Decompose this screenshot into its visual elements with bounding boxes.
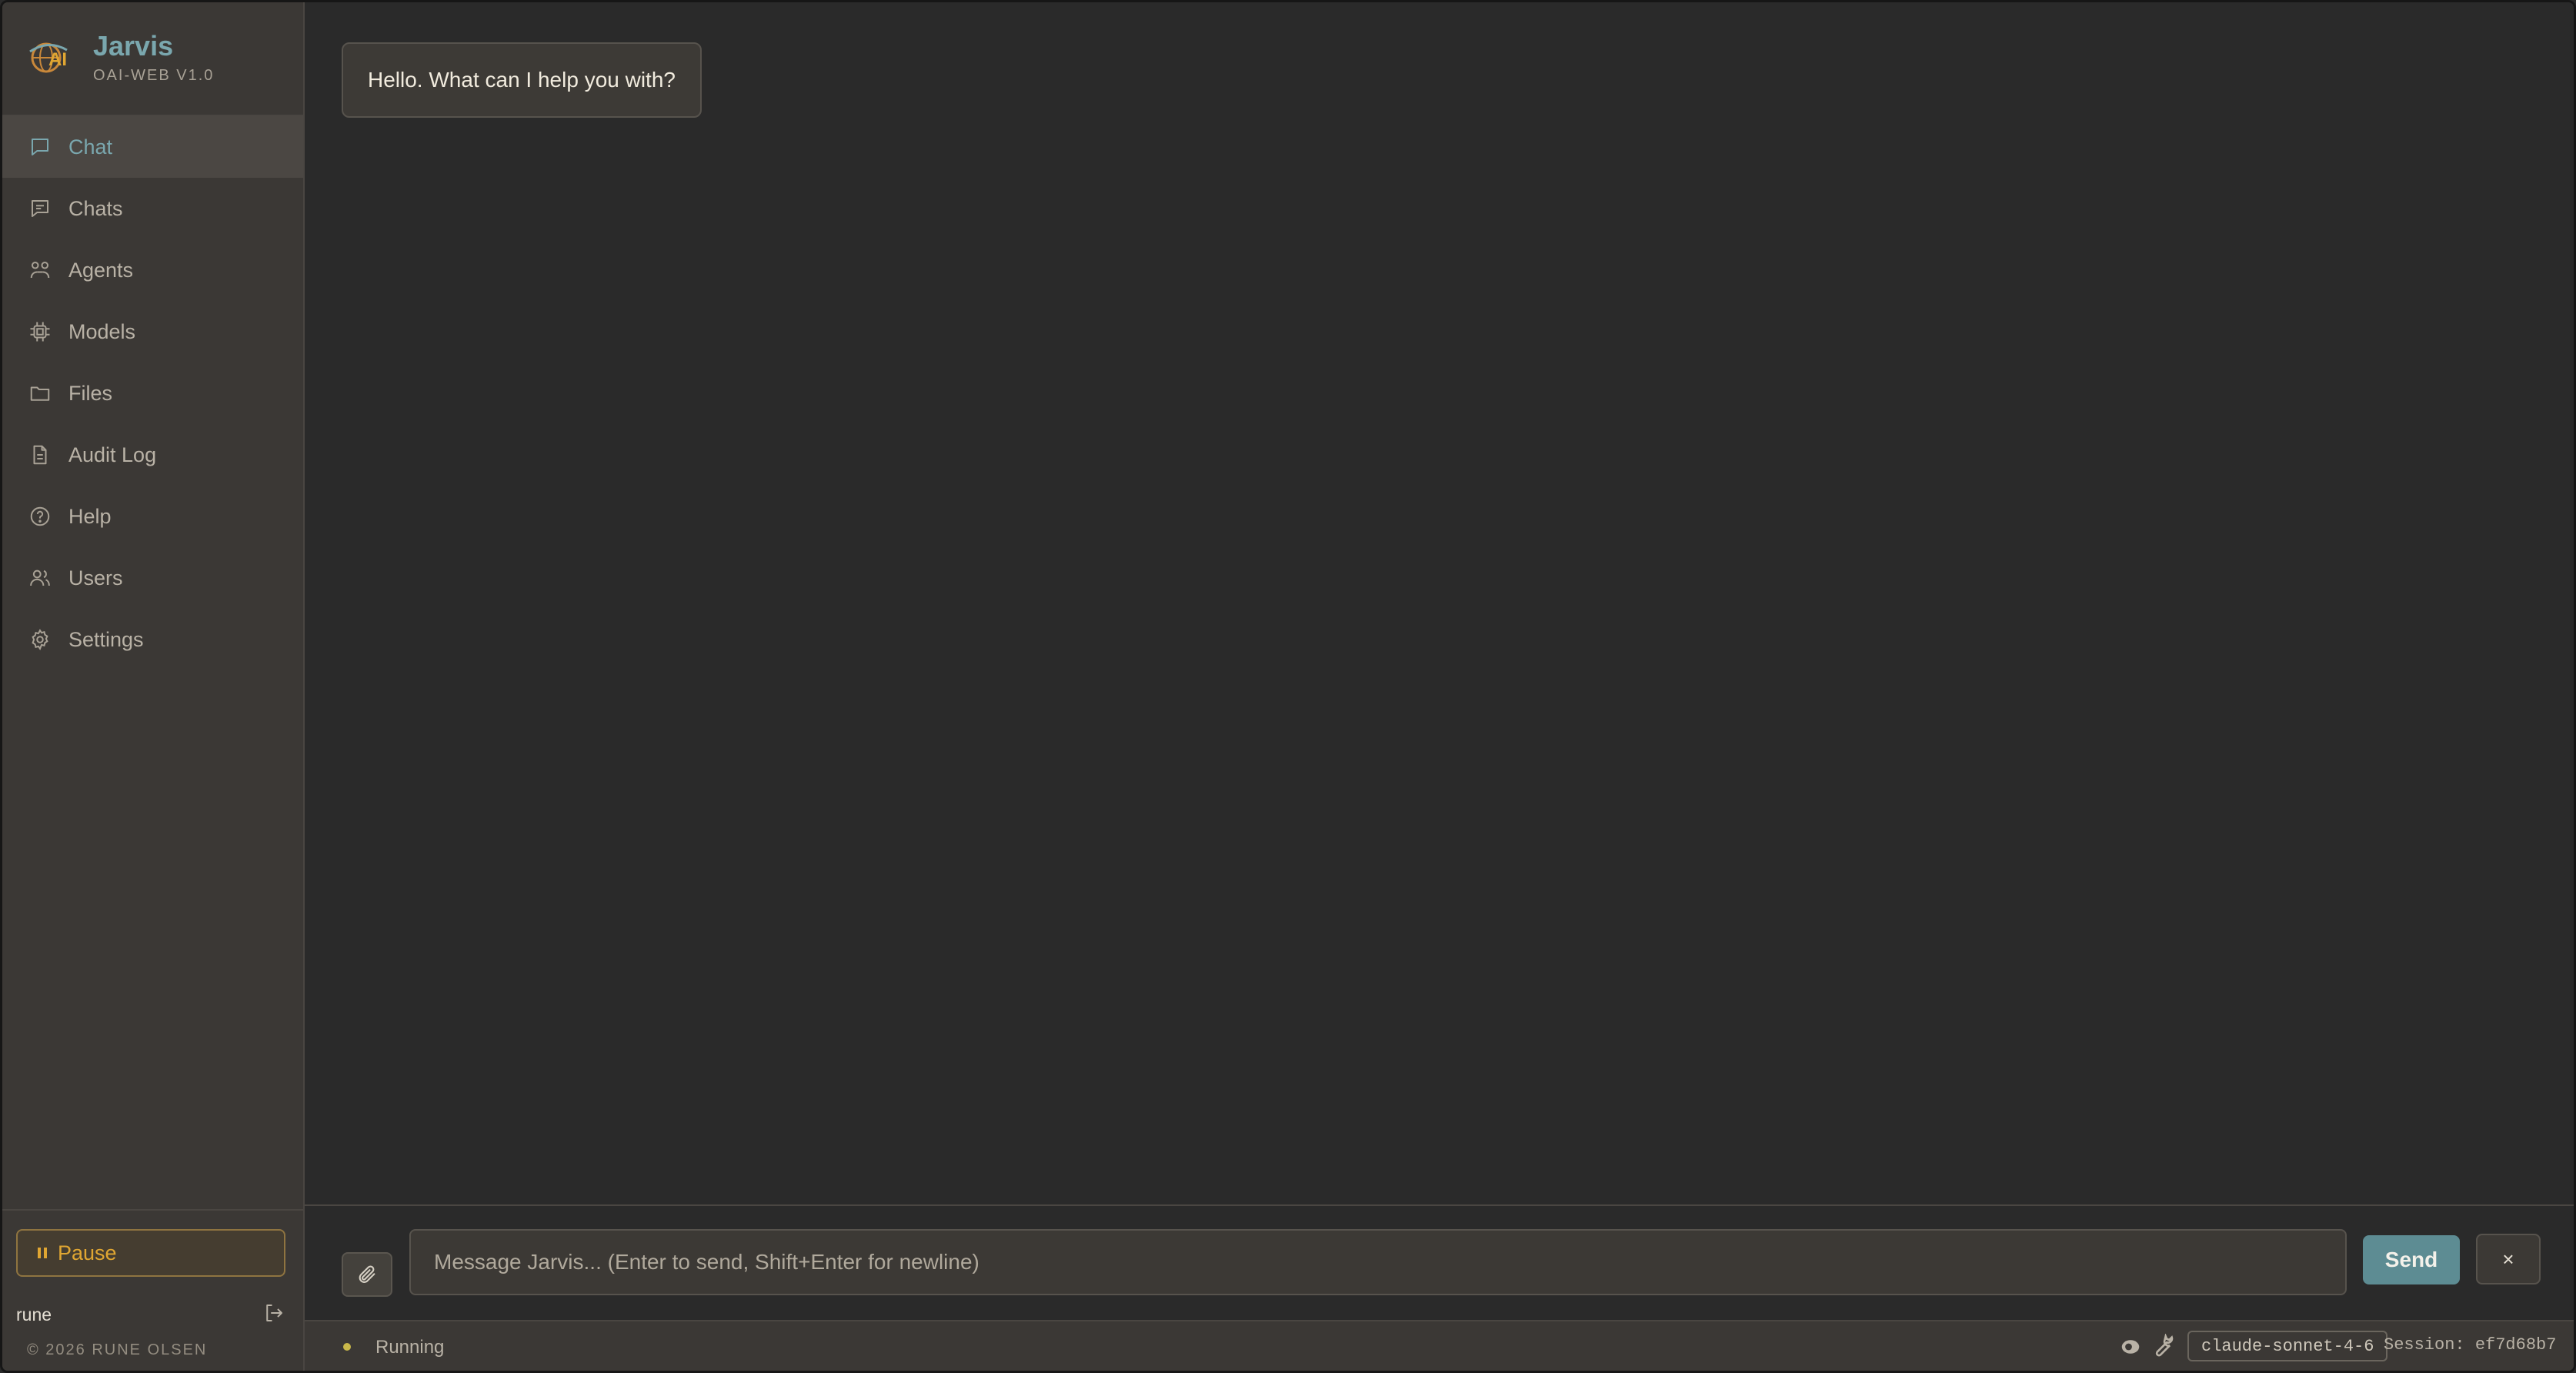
sidebar-item-files[interactable]: Files xyxy=(2,362,303,424)
sidebar-item-models[interactable]: Models xyxy=(2,301,303,362)
status-bar: Running claude-sonnet-4-6 Session: ef7d6… xyxy=(305,1320,2574,1371)
sidebar-footer: Pause rune © 2026 RUNE OLSEN xyxy=(2,1209,303,1371)
sidebar-item-label: Settings xyxy=(68,627,144,651)
eye-icon[interactable] xyxy=(2119,1335,2142,1358)
sidebar-item-chat[interactable]: Chat xyxy=(2,116,303,178)
app-title: Jarvis xyxy=(93,30,174,62)
pause-button[interactable]: Pause xyxy=(16,1229,285,1277)
sidebar-item-settings[interactable]: Settings xyxy=(2,609,303,670)
brand-header: AI Jarvis OAI-WEB V1.0 xyxy=(2,2,303,116)
sidebar-item-agents[interactable]: Agents xyxy=(2,239,303,301)
chat-bubble-icon xyxy=(32,139,48,155)
sidebar-item-users[interactable]: Users xyxy=(2,547,303,609)
status-text: Running xyxy=(375,1337,445,1358)
users-icon xyxy=(30,570,50,586)
assistant-message: Hello. What can I help you with? xyxy=(342,42,702,118)
gear-icon xyxy=(32,629,48,651)
status-indicator xyxy=(343,1343,351,1351)
agents-icon xyxy=(30,262,50,279)
chip-icon xyxy=(30,322,50,342)
sidebar-item-label: Chats xyxy=(68,196,123,220)
attach-button[interactable] xyxy=(342,1252,392,1297)
wrench-icon[interactable] xyxy=(2150,1334,2174,1358)
chats-icon xyxy=(32,200,48,217)
session-id: Session: ef7d68b7 xyxy=(2384,1335,2557,1355)
sidebar-item-label: Chat xyxy=(68,135,113,159)
sidebar-item-label: Audit Log xyxy=(68,443,157,466)
username: rune xyxy=(16,1305,52,1325)
sidebar-item-label: Files xyxy=(68,381,113,405)
model-badge[interactable]: claude-sonnet-4-6 xyxy=(2187,1331,2388,1361)
sidebar-nav: Chat Chats Agents Models Files Audit Log xyxy=(2,116,303,670)
message-composer: Send × xyxy=(305,1204,2574,1320)
message-input[interactable] xyxy=(409,1229,2347,1295)
app-version: OAI-WEB V1.0 xyxy=(93,67,215,84)
sidebar: AI Jarvis OAI-WEB V1.0 Chat Chats Agents… xyxy=(2,2,305,1371)
sidebar-item-chats[interactable]: Chats xyxy=(2,178,303,239)
sidebar-item-label: Users xyxy=(68,566,123,590)
pause-label: Pause xyxy=(58,1241,117,1264)
chat-main: Hello. What can I help you with? Send × … xyxy=(305,2,2574,1371)
ai-globe-icon: AI xyxy=(29,42,68,73)
logo-text: AI xyxy=(48,49,67,70)
pause-icon xyxy=(38,1248,47,1258)
send-button[interactable]: Send xyxy=(2363,1235,2460,1284)
app-window: AI Jarvis OAI-WEB V1.0 Chat Chats Agents… xyxy=(0,0,2576,1373)
sidebar-item-label: Help xyxy=(68,504,112,528)
sidebar-item-label: Agents xyxy=(68,258,134,282)
sidebar-item-label: Models xyxy=(68,319,136,343)
paperclip-icon xyxy=(359,1265,375,1283)
sidebar-item-audit-log[interactable]: Audit Log xyxy=(2,424,303,486)
copyright: © 2026 RUNE OLSEN xyxy=(27,1341,208,1358)
close-button[interactable]: × xyxy=(2476,1234,2541,1284)
help-circle-icon xyxy=(30,506,50,526)
folder-icon xyxy=(30,386,50,401)
sidebar-item-help[interactable]: Help xyxy=(2,486,303,547)
document-icon xyxy=(33,445,47,465)
logout-icon[interactable] xyxy=(262,1301,285,1325)
